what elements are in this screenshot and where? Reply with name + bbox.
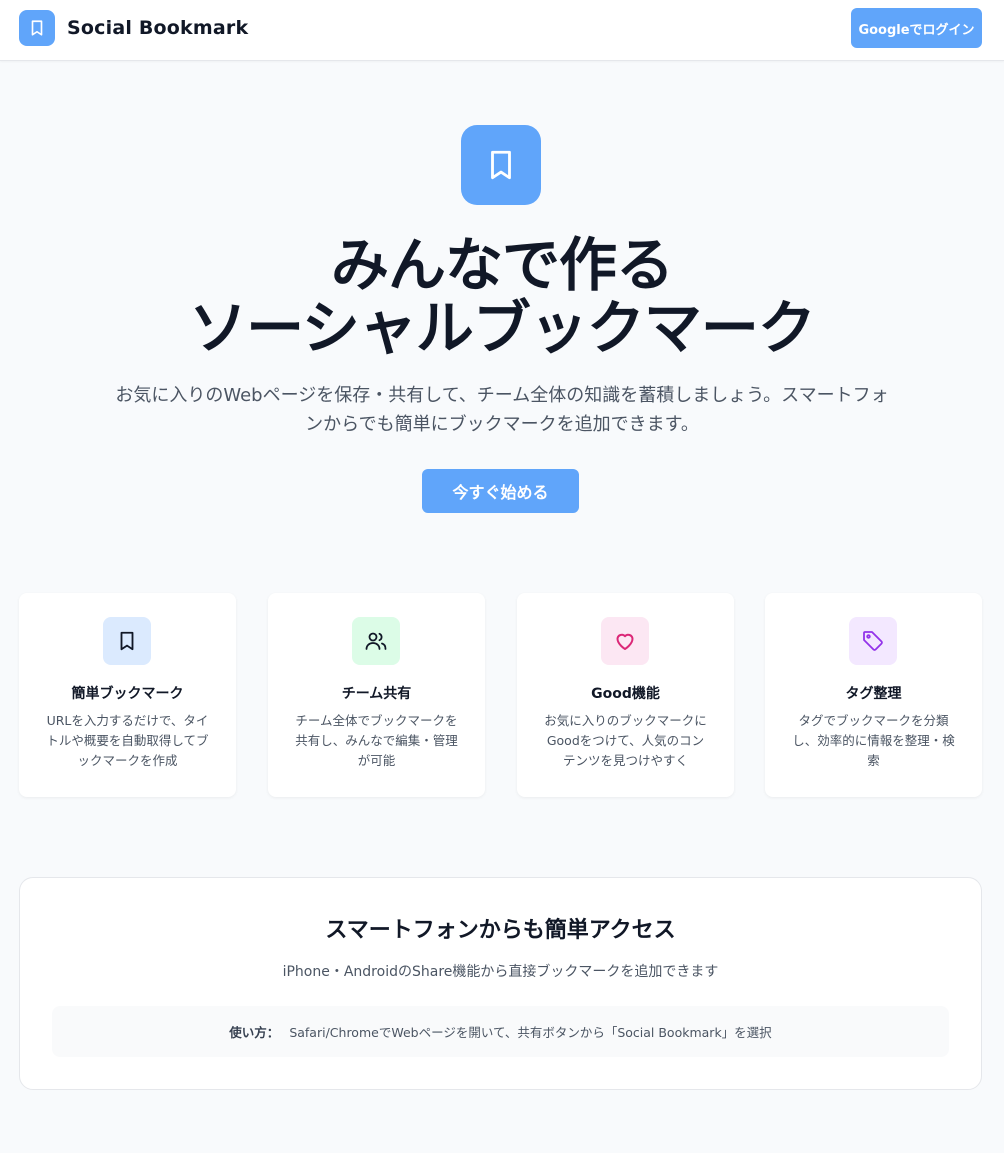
feature-title: チーム共有 — [341, 686, 412, 702]
get-started-button[interactable]: 今すぐ始める — [422, 469, 579, 513]
feature-card-tags: タグ整理 タグでブックマークを分類し、効率的に情報を整理・検索 — [765, 593, 982, 797]
feature-desc: タグでブックマークを分類し、効率的に情報を整理・検索 — [792, 713, 955, 768]
feature-desc: チーム全体でブックマークを共有し、みんなで編集・管理が可能 — [295, 713, 458, 768]
feature-title: タグ整理 — [845, 686, 902, 702]
bookmark-icon — [491, 150, 511, 180]
feature-title: Good機能 — [591, 686, 660, 702]
howto-box: 使い方： Safari/ChromeでWebページを開いて、共有ボタンから「So… — [52, 1006, 949, 1057]
hero-title-line2: ソーシャルブックマーク — [189, 294, 816, 362]
tag-icon — [863, 631, 883, 651]
mobile-access-section: スマートフォンからも簡単アクセス iPhone・AndroidのShare機能か… — [19, 877, 982, 1090]
feature-desc: お気に入りのブックマークにGoodをつけて、人気のコンテンツを見つけやすく — [544, 713, 707, 768]
top-header: Social Bookmark Googleでログイン — [0, 0, 1004, 61]
heart-icon — [616, 633, 634, 650]
feature-card-bookmark: 簡単ブックマーク URLを入力するだけで、タイトルや概要を自動取得してブックマー… — [19, 593, 236, 797]
brand-name[interactable]: Social Bookmark — [67, 17, 248, 39]
logo[interactable] — [19, 10, 55, 46]
hero-title-line1: みんなで作る — [330, 231, 674, 299]
feature-card-team-share: チーム共有 チーム全体でブックマークを共有し、みんなで編集・管理が可能 — [268, 593, 485, 797]
feature-desc: URLを入力するだけで、タイトルや概要を自動取得してブックマークを作成 — [46, 713, 209, 768]
feature-title: 簡単ブックマーク — [71, 686, 184, 702]
feature-icon-box — [601, 617, 649, 665]
feature-icon-box — [103, 617, 151, 665]
bookmark-icon — [31, 20, 43, 36]
howto-label: 使い方： — [229, 1025, 280, 1040]
hero-subtitle: お気に入りのWebページを保存・共有して、チーム全体の知識を蓄積しましょう。スマ… — [115, 385, 889, 435]
howto-text: Safari/ChromeでWebページを開いて、共有ボタンから「Social … — [289, 1025, 772, 1040]
mobile-section-subtitle: iPhone・AndroidのShare機能から直接ブックマークを追加できます — [282, 964, 719, 980]
feature-icon-box — [352, 617, 400, 665]
bookmark-icon — [120, 631, 134, 651]
hero-bookmark-badge — [461, 125, 541, 205]
hero-title: みんなで作る ソーシャルブックマーク — [0, 234, 1004, 360]
google-login-button[interactable]: Googleでログイン — [851, 8, 982, 48]
mobile-section-title: スマートフォンからも簡単アクセス — [325, 918, 676, 943]
feature-card-good: Good機能 お気に入りのブックマークにGoodをつけて、人気のコンテンツを見つ… — [517, 593, 734, 797]
feature-icon-box — [849, 617, 897, 665]
users-icon — [365, 632, 387, 650]
